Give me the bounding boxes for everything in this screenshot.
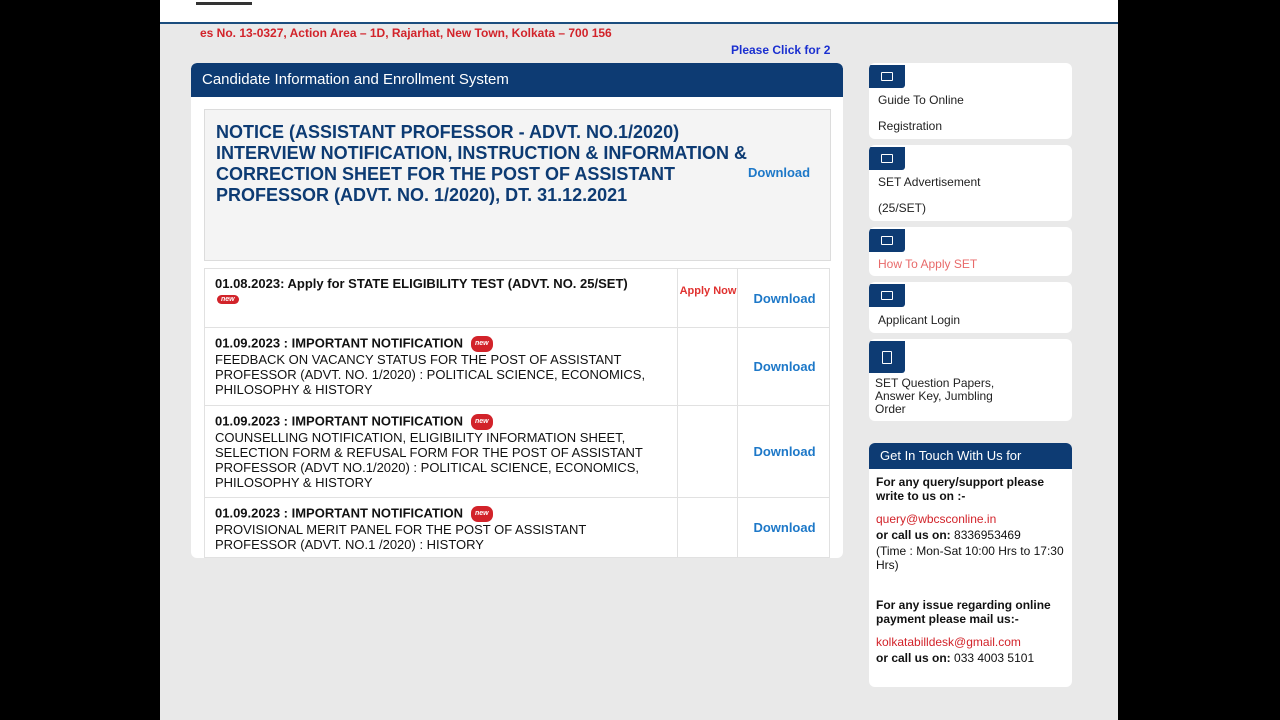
query-email-link[interactable]: query@wbcsconline.in <box>876 512 1065 526</box>
new-badge-icon: new <box>471 414 493 430</box>
support-hours: (Time : Mon-Sat 10:00 Hrs to 17:30 Hrs) <box>876 544 1064 572</box>
query-label: For any query/support please write to us… <box>876 475 1045 503</box>
top-bar <box>160 0 1118 24</box>
call-number-2: 033 4003 5101 <box>954 651 1035 665</box>
row-title-text: 01.09.2023 : IMPORTANT NOTIFICATION <box>215 335 464 351</box>
row-apply-cell: Apply Now <box>678 269 738 327</box>
new-badge-icon: new <box>217 295 239 305</box>
new-badge-icon: new <box>471 336 493 352</box>
call-number: 8336953469 <box>954 528 1021 542</box>
apply-now-link[interactable]: Apply Now <box>678 285 738 298</box>
row-description: FEEDBACK ON VACANCY STATUS FOR THE POST … <box>215 352 646 397</box>
monitor-icon <box>869 229 905 252</box>
row-description: COUNSELLING NOTIFICATION, ELIGIBILITY IN… <box>215 430 643 490</box>
row-download-cell: Download <box>738 328 831 405</box>
notice-box: NOTICE (ASSISTANT PROFESSOR - ADVT. NO.1… <box>204 109 831 261</box>
notice-download-link[interactable]: Download <box>748 165 810 180</box>
sidebar-item-applicant-login[interactable]: Applicant Login <box>869 282 1072 333</box>
payment-email-link[interactable]: kolkatabilldesk@gmail.com <box>876 635 1065 649</box>
download-link[interactable]: Download <box>753 444 815 459</box>
row-title: 01.09.2023 : IMPORTANT NOTIFICATION new <box>215 414 667 430</box>
sidebar-item-question-papers[interactable]: SET Question Papers, Answer Key, Jumblin… <box>869 339 1072 421</box>
row-apply-cell <box>678 406 738 497</box>
row-content: 01.09.2023 : IMPORTANT NOTIFICATION new C… <box>205 406 678 497</box>
address-ticker: es No. 13-0327, Action Area – 1D, Rajarh… <box>200 26 612 40</box>
monitor-icon <box>869 147 905 170</box>
sidebar-item-label: SET Question Papers, Answer Key, Jumblin… <box>875 376 995 416</box>
panel-title: Candidate Information and Enrollment Sys… <box>191 63 843 97</box>
download-link[interactable]: Download <box>753 520 815 535</box>
row-title-text: 01.09.2023 : IMPORTANT NOTIFICATION <box>215 413 464 429</box>
row-title: 01.08.2023: Apply for STATE ELIGIBILITY … <box>215 276 628 291</box>
notice-subheading: INTERVIEW NOTIFICATION, INSTRUCTION & IN… <box>216 143 747 205</box>
document-icon <box>869 341 905 373</box>
contact-panel: Get In Touch With Us for For any query/s… <box>869 443 1072 687</box>
row-apply-cell <box>678 498 738 557</box>
payment-label: For any issue regarding online payment p… <box>876 598 1051 626</box>
row-content: 01.09.2023 : IMPORTANT NOTIFICATION new P… <box>205 498 678 557</box>
table-row: 01.08.2023: Apply for STATE ELIGIBILITY … <box>204 268 830 328</box>
call-label-2: or call us on: <box>876 651 951 665</box>
sidebar-item-label: Applicant Login <box>878 313 961 327</box>
row-title-text: 01.09.2023 : IMPORTANT NOTIFICATION <box>215 505 464 521</box>
new-badge-icon: new <box>471 506 493 522</box>
page: es No. 13-0327, Action Area – 1D, Rajarh… <box>160 0 1118 720</box>
sidebar-item-advertisement[interactable]: SET Advertisement (25/SET) <box>869 145 1072 221</box>
row-apply-cell <box>678 328 738 405</box>
row-description: PROVISIONAL MERIT PANEL FOR THE POST OF … <box>215 522 587 552</box>
sidebar-item-label: How To Apply SET <box>878 257 978 271</box>
table-row: 01.09.2023 : IMPORTANT NOTIFICATION new P… <box>204 498 830 558</box>
row-download-cell: Download <box>738 498 831 557</box>
table-row: 01.09.2023 : IMPORTANT NOTIFICATION new F… <box>204 328 830 406</box>
download-link[interactable]: Download <box>753 359 815 374</box>
notice-text: NOTICE (ASSISTANT PROFESSOR - ADVT. NO.1… <box>216 122 751 206</box>
row-title: 01.09.2023 : IMPORTANT NOTIFICATION new <box>215 336 667 352</box>
row-download-cell: Download <box>738 406 831 497</box>
table-row: 01.09.2023 : IMPORTANT NOTIFICATION new C… <box>204 406 830 498</box>
row-content: 01.08.2023: Apply for STATE ELIGIBILITY … <box>205 269 678 327</box>
contact-body: For any query/support please write to us… <box>869 469 1072 671</box>
click-ticker-link[interactable]: Please Click for 2 <box>731 43 839 57</box>
sidebar-item-label: Registration <box>878 119 943 133</box>
notice-heading: NOTICE (ASSISTANT PROFESSOR - ADVT. NO.1… <box>216 122 680 142</box>
monitor-icon <box>869 65 905 88</box>
row-content: 01.09.2023 : IMPORTANT NOTIFICATION new F… <box>205 328 678 405</box>
main-panel: Candidate Information and Enrollment Sys… <box>191 63 843 558</box>
row-download-cell: Download <box>738 269 831 327</box>
logo-fragment <box>196 2 252 5</box>
download-link[interactable]: Download <box>753 291 815 306</box>
sidebar-item-guide[interactable]: Guide To Online Registration <box>869 63 1072 139</box>
sidebar-item-label: (25/SET) <box>878 201 927 215</box>
contact-title: Get In Touch With Us for <box>869 443 1072 469</box>
sidebar-item-label: SET Advertisement <box>878 175 981 189</box>
sidebar-item-how-to-apply[interactable]: How To Apply SET <box>869 227 1072 276</box>
row-title: 01.09.2023 : IMPORTANT NOTIFICATION new <box>215 506 667 522</box>
sidebar-item-label: Guide To Online <box>878 93 964 107</box>
call-label: or call us on: <box>876 528 951 542</box>
notification-table: 01.08.2023: Apply for STATE ELIGIBILITY … <box>204 268 830 558</box>
login-icon <box>869 284 905 307</box>
